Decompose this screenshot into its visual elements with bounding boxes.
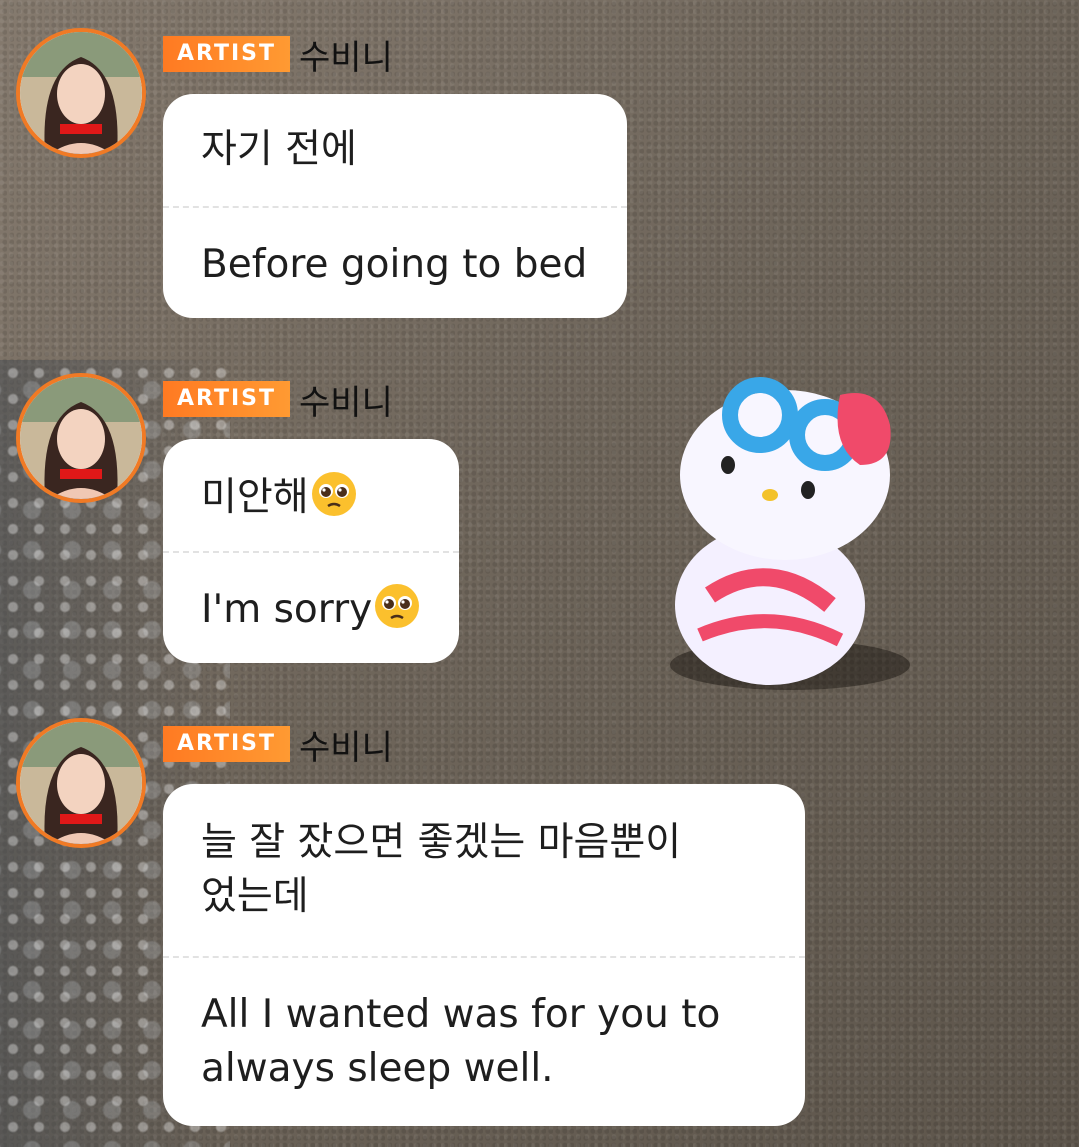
avatar[interactable] [16, 28, 146, 158]
translation-text: I'm sorry [201, 587, 373, 632]
original-text: 늘 잘 잤으면 좋겠는 마음뿐이 었는데 [163, 784, 805, 924]
translation-text-line: always sleep well. [201, 1046, 554, 1091]
avatar[interactable] [16, 373, 146, 503]
message-header: ARTIST 수비니 [163, 34, 393, 78]
translation-text-line: All I wanted was for you to [201, 992, 721, 1037]
pleading-face-icon [311, 472, 356, 516]
artist-badge: ARTIST [163, 36, 291, 72]
author-name[interactable]: 수비니 [299, 375, 393, 424]
artist-badge: ARTIST [163, 726, 291, 762]
author-name[interactable]: 수비니 [299, 30, 393, 79]
background-figure [670, 377, 910, 690]
translation-text-row: I'm sorry [163, 553, 459, 637]
translation-text: All I wanted was for you to always sleep… [163, 958, 805, 1096]
original-text: 자기 전에 [201, 127, 357, 172]
message-bubble[interactable]: 늘 잘 잤으면 좋겠는 마음뿐이 었는데 All I wanted was fo… [163, 784, 805, 1126]
original-text-line: 늘 잘 잤으면 좋겠는 마음뿐이 [201, 820, 682, 865]
translation-text: Before going to bed [201, 242, 588, 287]
original-text-line: 었는데 [201, 874, 309, 919]
author-name[interactable]: 수비니 [299, 720, 393, 769]
pleading-face-icon [375, 584, 420, 628]
message-bubble[interactable]: 자기 전에 Before going to bed [163, 94, 627, 318]
original-text-row: 미안해 [163, 439, 459, 522]
message-bubble[interactable]: 미안해 I'm sorry [163, 439, 459, 663]
artist-badge: ARTIST [163, 381, 291, 417]
message-header: ARTIST 수비니 [163, 724, 393, 768]
message-header: ARTIST 수비니 [163, 379, 393, 423]
avatar[interactable] [16, 718, 146, 848]
original-text: 미안해 [201, 475, 309, 520]
